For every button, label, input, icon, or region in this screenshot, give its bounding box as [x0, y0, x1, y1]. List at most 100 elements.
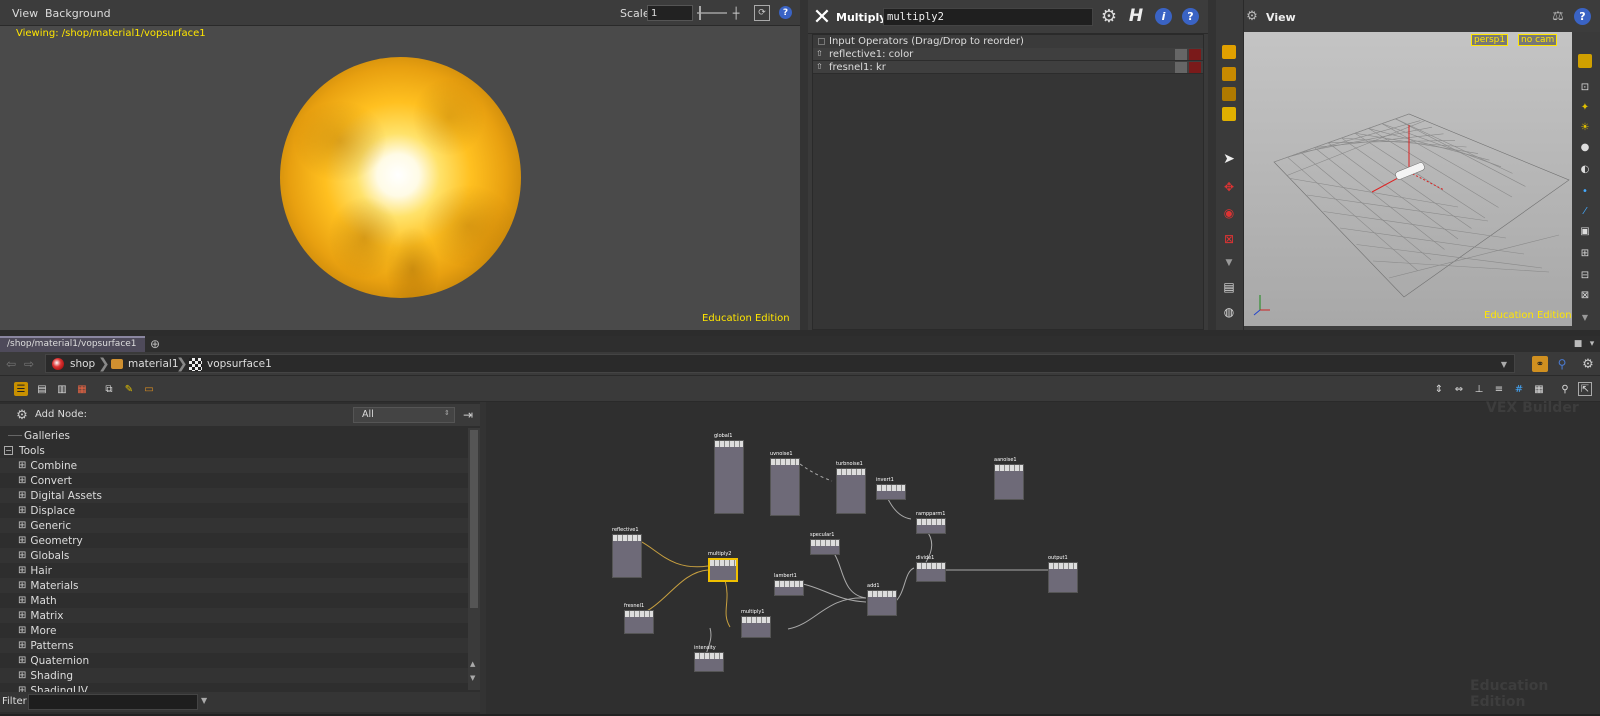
expand-icon[interactable]: ⊞ [18, 505, 26, 516]
show-grid-icon[interactable]: ▦ [1532, 382, 1546, 396]
node-connector-bar[interactable] [625, 611, 653, 617]
expand-icon[interactable]: ⊞ [18, 475, 26, 486]
tree-item-materials[interactable]: ⊞ Materials [0, 578, 468, 593]
breadcrumb-shop[interactable]: shop [70, 358, 95, 370]
tree-item-generic[interactable]: ⊞ Generic [0, 518, 468, 533]
expand-icon[interactable]: ⊞ [18, 655, 26, 666]
expand-icon[interactable]: ⊞ [18, 565, 26, 576]
refresh-render-icon[interactable]: ⟳ [754, 5, 770, 21]
view-settings-icon[interactable]: ⚙ [1244, 8, 1260, 24]
vop-node-specular1[interactable] [810, 539, 840, 555]
filter-input[interactable] [28, 694, 198, 710]
display-options-icon[interactable]: ⚖ [1547, 6, 1569, 26]
jump-to-icon[interactable] [1175, 49, 1187, 60]
tree-item-quaternion[interactable]: ⊞ Quaternion [0, 653, 468, 668]
expand-icon[interactable]: ⊞ [18, 535, 26, 546]
breadcrumb-vopsurface1[interactable]: vopsurface1 [207, 358, 272, 370]
zoom-icon[interactable]: ⚲ [1558, 382, 1572, 396]
path-dropdown-icon[interactable]: ▼ [1498, 358, 1510, 370]
menu-view[interactable]: View [12, 7, 38, 20]
detail-view-icon[interactable]: ▥ [55, 382, 69, 396]
expand-icon[interactable]: ⊞ [18, 595, 26, 606]
list-view-icon[interactable]: ▤ [35, 382, 49, 396]
expand-icon[interactable]: ⊞ [18, 670, 26, 681]
rotate-icon[interactable]: ◉ [1222, 206, 1236, 220]
houdini-h-icon[interactable]: H [1126, 5, 1146, 27]
points-mode-icon[interactable] [1222, 87, 1236, 101]
tree-item-patterns[interactable]: ⊞ Patterns [0, 638, 468, 653]
vop-node-turbnoise1[interactable] [836, 468, 866, 514]
node-connector-bar[interactable] [715, 441, 743, 447]
vop-node-lambert1[interactable] [774, 580, 804, 596]
back-arrow-icon[interactable]: ⇦ [4, 357, 18, 371]
expand-icon[interactable]: ⊞ [18, 625, 26, 636]
info-icon[interactable]: i [1155, 8, 1172, 25]
vop-node-multiply1[interactable] [741, 616, 771, 638]
layers-icon[interactable] [1578, 54, 1592, 68]
tree-item-shading[interactable]: ⊞ Shading [0, 668, 468, 683]
expand-icon[interactable]: ⊞ [18, 490, 26, 501]
scale-slider[interactable] [697, 12, 727, 14]
wire-icon[interactable]: ⊟ [1578, 268, 1592, 282]
tree-scrollbar[interactable]: ▲ ▼ [468, 428, 480, 690]
shading-icon[interactable]: ☀ [1578, 120, 1592, 134]
scrollbar-thumb[interactable] [470, 430, 478, 608]
primitive-mode-icon[interactable] [1222, 107, 1236, 121]
vop-node-global1[interactable] [714, 440, 744, 514]
tree-item-convert[interactable]: ⊞ Convert [0, 473, 468, 488]
vop-node-aanoise1[interactable] [994, 464, 1024, 500]
collapse-icon[interactable]: − [4, 446, 13, 455]
link-icon[interactable]: ⚲ [1554, 356, 1570, 372]
object-mode-icon[interactable] [1222, 67, 1236, 81]
drag-arrow-icon[interactable]: ⇧ [816, 62, 823, 71]
forward-arrow-icon[interactable]: ⇨ [22, 357, 36, 371]
points-display-icon[interactable]: • [1578, 184, 1592, 198]
node-connector-bar[interactable] [613, 535, 641, 541]
scroll-up-icon[interactable]: ▲ [470, 660, 475, 668]
breadcrumb-material1[interactable]: material1 [128, 358, 179, 370]
gear-icon[interactable]: ⚙ [14, 407, 30, 423]
camera-persp-menu[interactable]: persp1 [1471, 34, 1509, 46]
node-connector-bar[interactable] [868, 591, 896, 597]
frame-icon[interactable]: ⇱ [1578, 382, 1592, 396]
input-row[interactable]: ⇧ reflective1: color [813, 48, 1203, 61]
vop-node-uvnoise1[interactable] [770, 458, 800, 516]
sphere-display-icon[interactable]: ● [1578, 140, 1592, 154]
expand-icon[interactable]: ⊞ [18, 640, 26, 651]
camera-display-icon[interactable]: ▣ [1578, 224, 1592, 238]
menu-background[interactable]: Background [45, 7, 111, 20]
expand-icon[interactable]: ⊞ [18, 520, 26, 531]
place-node-icon[interactable]: ⇥ [460, 407, 476, 423]
help-icon[interactable]: ? [779, 6, 792, 19]
lock-icon[interactable]: ⊡ [1578, 80, 1592, 94]
jump-to-icon[interactable] [1175, 62, 1187, 73]
gear-icon[interactable]: ⚙ [1580, 356, 1596, 372]
distribute-icon[interactable]: ≡ [1492, 382, 1506, 396]
remove-input-icon[interactable] [1189, 62, 1201, 73]
tree-item-digital-assets[interactable]: ⊞ Digital Assets [0, 488, 468, 503]
node-name-input[interactable] [883, 8, 1093, 26]
input-row[interactable]: ⇧ fresnel1: kr [813, 61, 1203, 74]
snap-icon[interactable]: ⊞ [1578, 246, 1592, 260]
visibility-icon[interactable]: ◐ [1578, 162, 1592, 176]
grid-view-icon[interactable]: ▦ [75, 382, 89, 396]
camera-nocam-menu[interactable]: no cam [1518, 34, 1558, 46]
more-tools-icon[interactable]: ▼ [1222, 256, 1236, 270]
layout-horizontal-icon[interactable]: ⇔ [1452, 382, 1466, 396]
tree-item-globals[interactable]: ⊞ Globals [0, 548, 468, 563]
collapse-square-icon[interactable] [818, 38, 825, 45]
node-connector-bar[interactable] [742, 617, 770, 623]
node-connector-bar[interactable] [775, 581, 803, 587]
gear-icon[interactable]: ⚙ [1099, 6, 1119, 27]
vop-node-divide1[interactable] [916, 562, 946, 582]
asset-icon[interactable]: ▭ [142, 382, 156, 396]
node-connector-bar[interactable] [917, 563, 945, 569]
node-connector-bar[interactable] [917, 519, 945, 525]
vop-node-intensity[interactable] [694, 652, 724, 672]
pane-options-icon[interactable]: ▾ [1586, 338, 1598, 350]
drag-arrow-icon[interactable]: ⇧ [816, 49, 823, 58]
vop-node-multiply2[interactable] [708, 558, 738, 582]
vop-node-add1[interactable] [867, 590, 897, 616]
expand-icon[interactable]: ⊞ [18, 460, 26, 471]
tree-item-combine[interactable]: ⊞ Combine [0, 458, 468, 473]
